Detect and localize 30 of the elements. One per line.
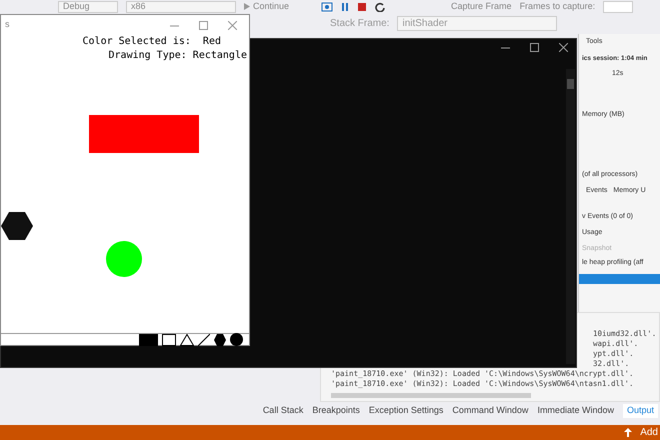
bottom-tab[interactable]: Call Stack xyxy=(262,404,304,418)
drawing-type-text: Drawing Type: Rectangle xyxy=(108,49,247,63)
hexagon-shape xyxy=(1,212,33,240)
window-title: s xyxy=(5,18,10,32)
frames-field[interactable] xyxy=(603,0,634,12)
triangle-tool-icon[interactable] xyxy=(180,334,194,346)
circle-shape xyxy=(106,241,142,277)
color-status-text: Color Selected is: Red xyxy=(82,35,221,49)
square-tool-icon[interactable] xyxy=(162,334,176,346)
stop-icon[interactable] xyxy=(357,2,368,12)
bottom-tab[interactable]: Exception Settings xyxy=(368,404,444,418)
vertical-scrollbar[interactable] xyxy=(566,69,575,364)
filled-square-tool-icon[interactable] xyxy=(139,334,158,346)
maximize-icon[interactable] xyxy=(530,43,539,52)
bottom-tab[interactable]: Immediate Window xyxy=(537,404,614,418)
restart-icon[interactable] xyxy=(375,2,386,12)
close-icon[interactable] xyxy=(559,43,568,52)
status-text: Add xyxy=(640,426,658,440)
stack-frame-label: Stack Frame: xyxy=(330,17,390,31)
pause-icon[interactable] xyxy=(341,2,350,12)
line-tool-icon[interactable] xyxy=(198,334,210,346)
bottom-tab[interactable]: Output xyxy=(622,404,658,418)
up-arrow-icon xyxy=(624,428,632,437)
frames-to-capture-label: Frames to capture: xyxy=(520,0,596,13)
circle-tool-icon[interactable] xyxy=(230,333,243,346)
camera-icon[interactable] xyxy=(321,2,334,12)
horizontal-scrollbar[interactable] xyxy=(331,393,531,398)
hexagon-tool-icon[interactable] xyxy=(214,334,226,346)
bottom-tab[interactable]: Breakpoints xyxy=(312,404,360,418)
bottom-tab[interactable]: Command Window xyxy=(452,404,528,418)
